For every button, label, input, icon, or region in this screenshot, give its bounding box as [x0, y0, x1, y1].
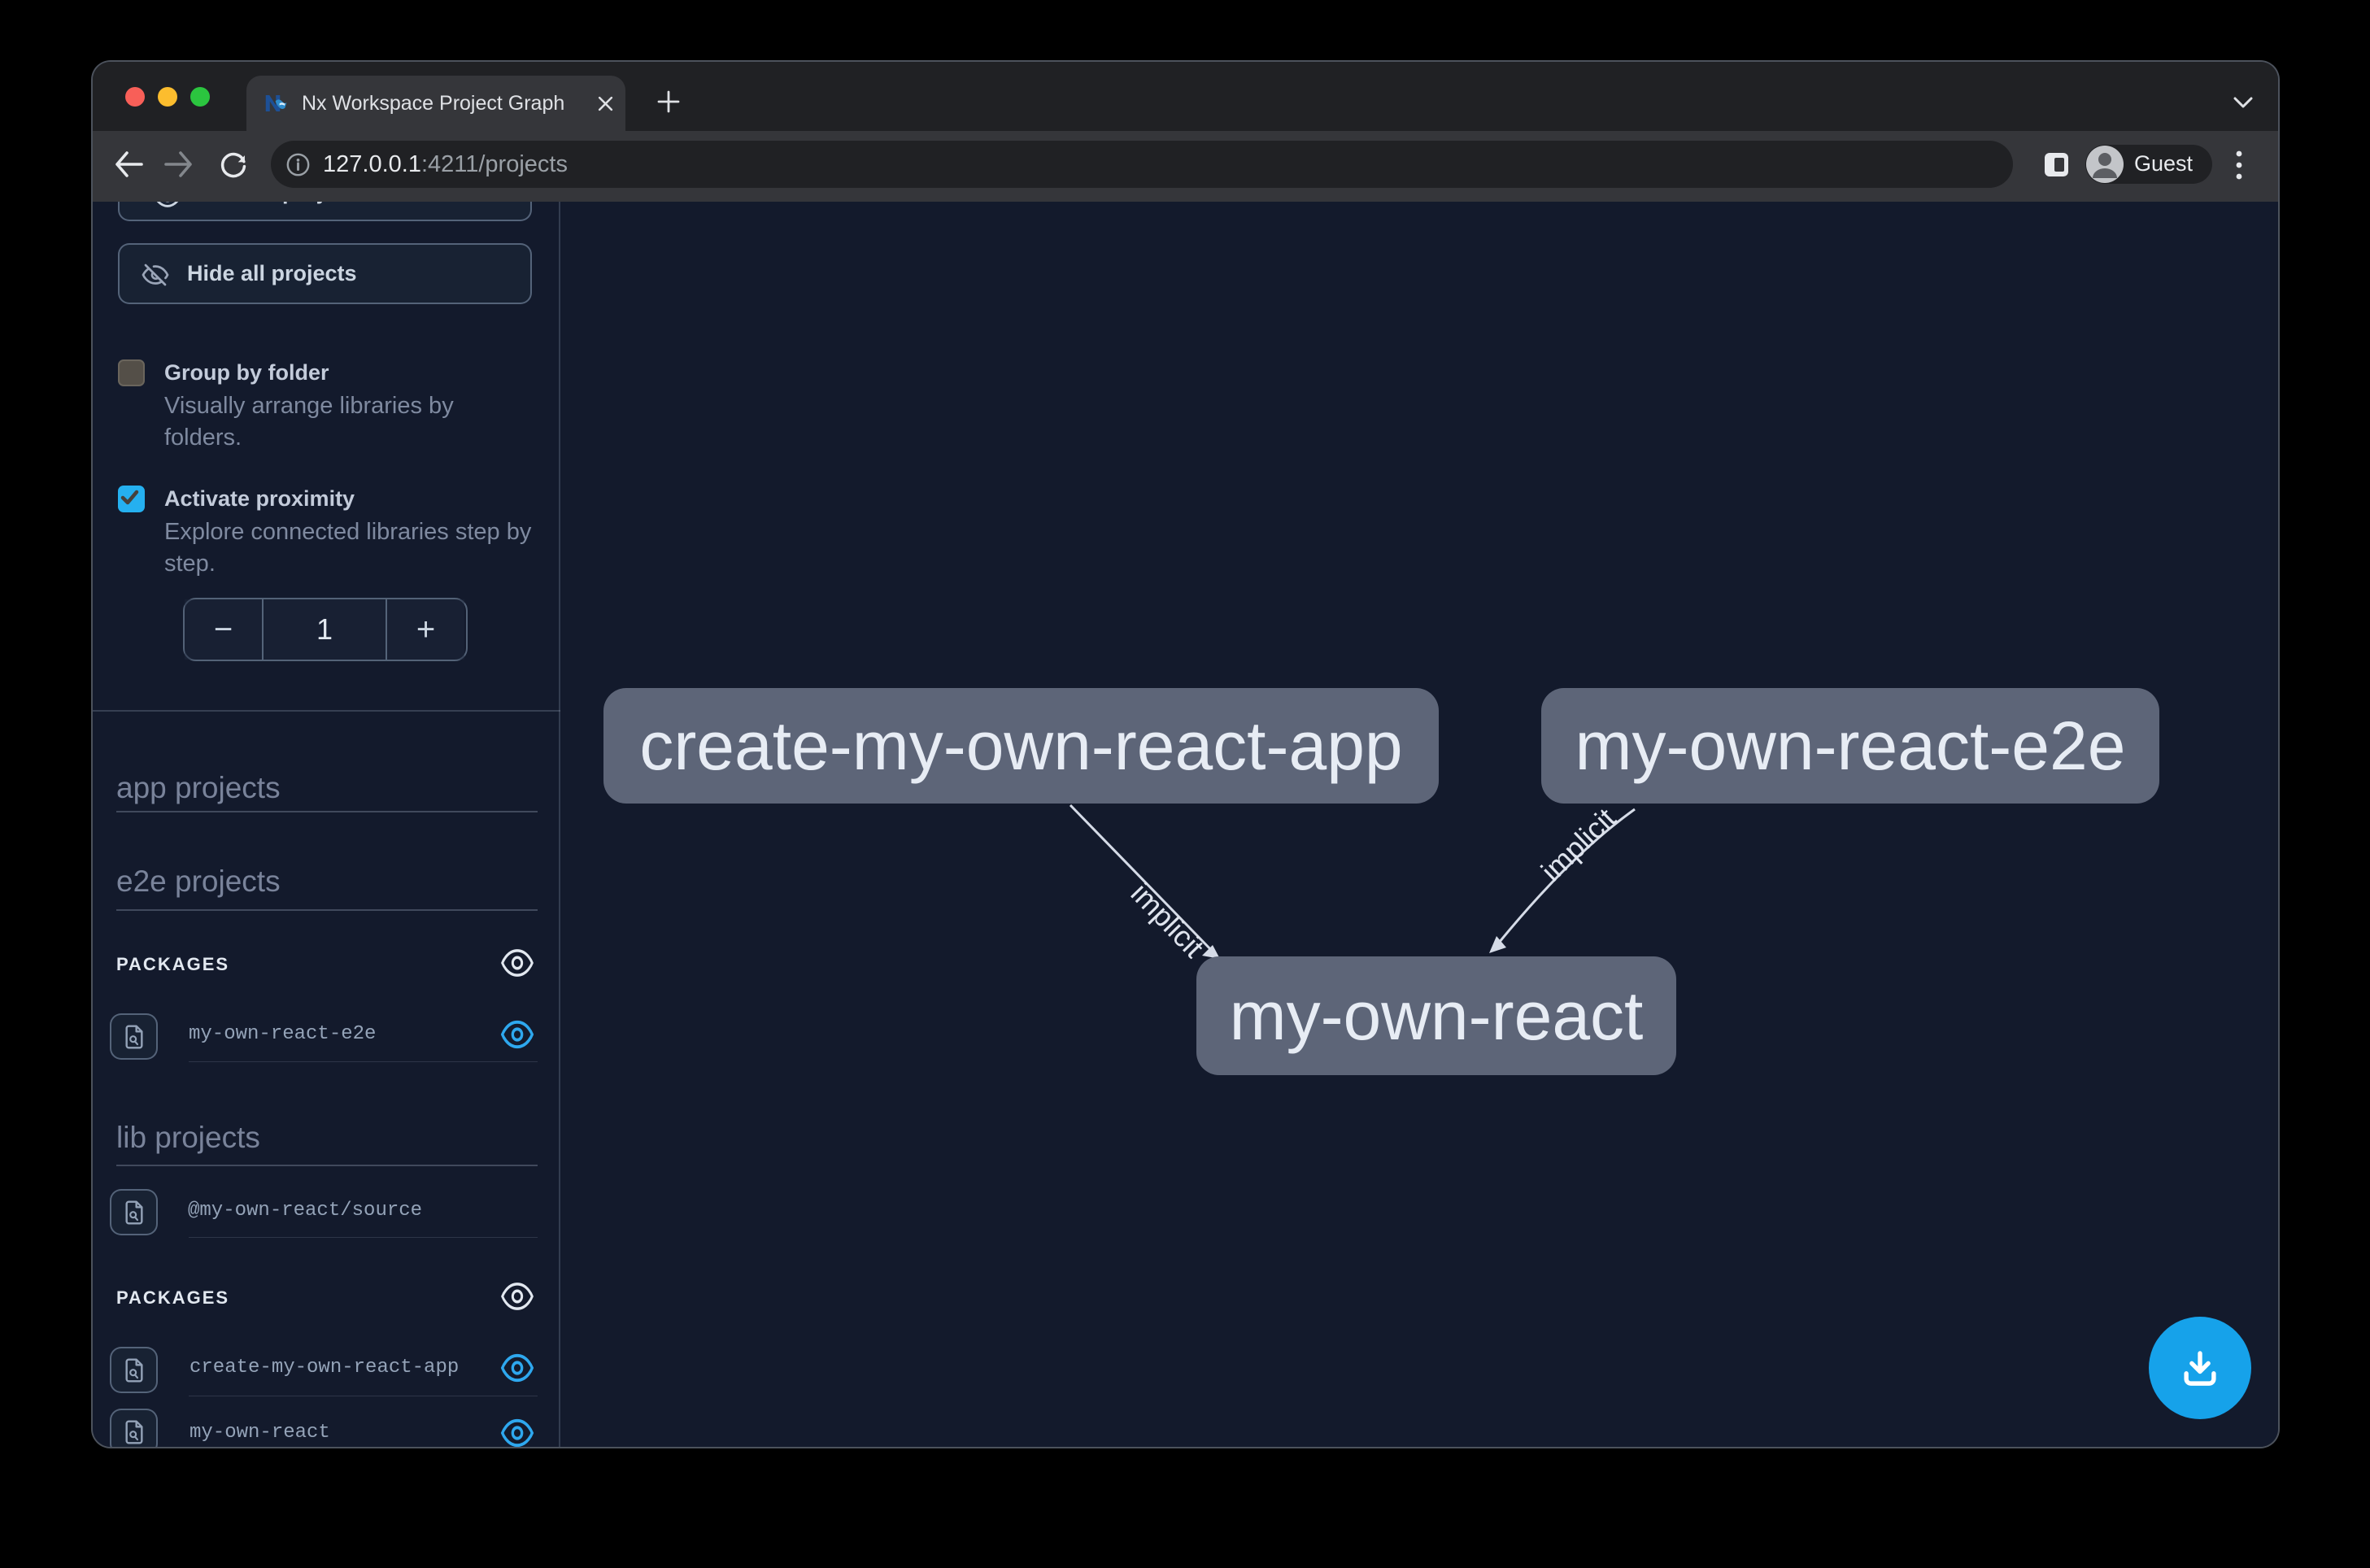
svg-text:implicit: implicit	[1535, 802, 1623, 888]
svg-text:implicit: implicit	[1125, 877, 1211, 965]
